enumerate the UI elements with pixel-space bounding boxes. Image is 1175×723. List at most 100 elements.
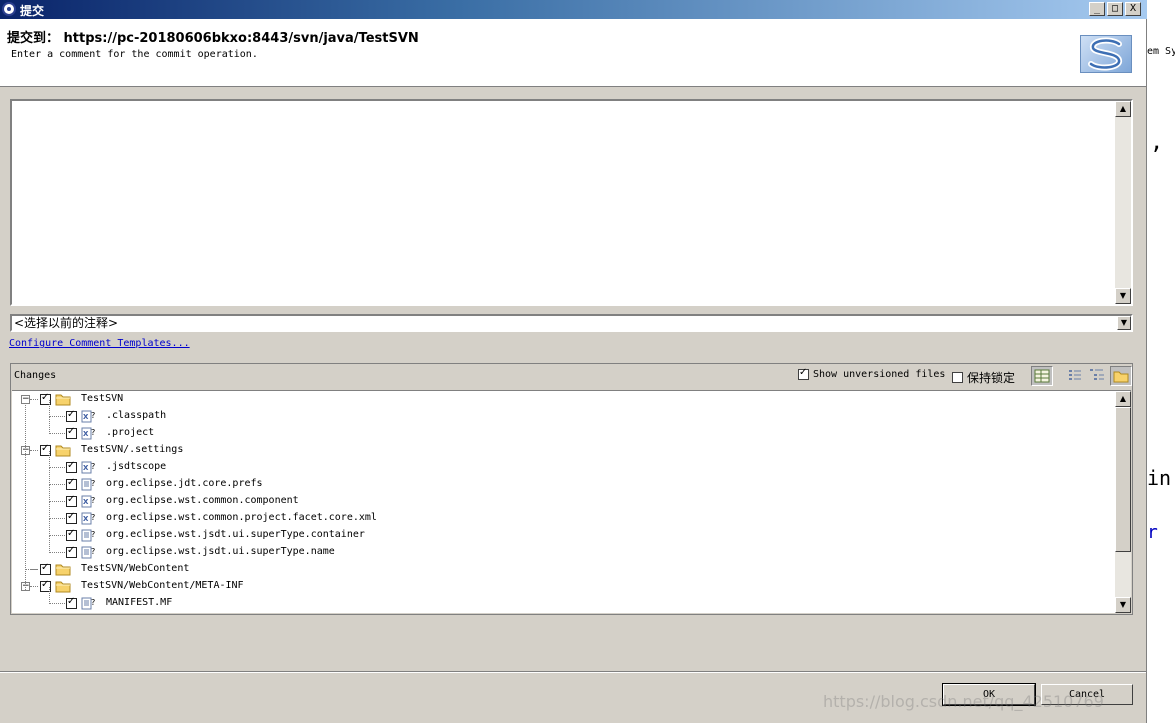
commit-dialog: 提交 _ □ X 提交到： https://pc-20180606bkxo:84…	[0, 0, 1147, 723]
item-checkbox[interactable]	[66, 494, 77, 507]
folder-view-button[interactable]	[1110, 366, 1132, 386]
background-text-fragment: em Sy	[1147, 46, 1175, 57]
keep-locks-option[interactable]: 保持锁定	[952, 369, 1015, 386]
svg-text:?: ?	[91, 479, 95, 488]
flat-view-button[interactable]	[1065, 366, 1087, 386]
chevron-down-icon[interactable]: ▼	[1117, 316, 1131, 330]
tree-connector	[49, 603, 65, 604]
svg-text:?: ?	[91, 513, 95, 522]
comment-scrollbar[interactable]: ▲ ▼	[1115, 101, 1131, 304]
tree-connector	[49, 485, 50, 502]
tree-connector	[49, 519, 50, 536]
commit-instruction: Enter a comment for the commit operation…	[11, 49, 258, 60]
scrollbar-thumb[interactable]	[1115, 407, 1131, 552]
scroll-down-icon[interactable]: ▼	[1115, 597, 1131, 613]
item-checkbox[interactable]	[66, 511, 77, 524]
tree-file-row[interactable]: X? org.eclipse.wst.common.component	[12, 485, 1115, 510]
tree-file-row[interactable]: X? .jsdtscope	[12, 451, 1115, 476]
show-unversioned-checkbox[interactable]	[798, 367, 809, 380]
item-checkbox[interactable]	[66, 596, 77, 609]
tree-file-row[interactable]: ? org.eclipse.wst.jsdt.ui.superType.conta…	[12, 519, 1115, 544]
commit-target-title: 提交到： https://pc-20180606bkxo:8443/svn/ja…	[7, 31, 419, 46]
minimize-button[interactable]: _	[1089, 2, 1105, 16]
tree-connector	[30, 586, 38, 587]
maximize-button[interactable]: □	[1107, 2, 1123, 16]
changes-label: Changes	[14, 370, 57, 381]
item-checkbox[interactable]	[66, 409, 77, 422]
window-controls: _ □ X	[1089, 2, 1141, 16]
item-checkbox[interactable]	[66, 426, 77, 439]
svg-text:?: ?	[91, 598, 95, 607]
svg-text:X: X	[83, 430, 89, 438]
tree-connector	[49, 552, 65, 553]
tree-item-label: .classpath	[106, 410, 167, 421]
tree-file-row[interactable]: X? .classpath	[12, 400, 1115, 425]
tree-folder-row[interactable]: −TestSVN/.settings	[12, 442, 1115, 459]
configure-templates-link[interactable]: Configure Comment Templates...	[9, 338, 190, 349]
eclipse-icon	[2, 2, 16, 16]
tree-connector	[30, 399, 38, 400]
tree-folder-row[interactable]: TestSVN/WebContent	[12, 561, 1115, 578]
svg-text:X: X	[83, 464, 89, 472]
close-button[interactable]: X	[1125, 2, 1141, 16]
scroll-down-icon[interactable]: ▼	[1115, 288, 1131, 304]
tree-connector	[49, 467, 65, 468]
svg-text:?: ?	[91, 428, 95, 437]
changes-tree[interactable]: ▲ ▼ −TestSVN X? .classpath X? .project −TestS…	[12, 390, 1131, 613]
svg-text:X: X	[83, 413, 89, 421]
tree-file-row[interactable]: X? .project	[12, 417, 1115, 442]
background-text-fragment: ,	[1150, 130, 1164, 155]
tree-connector	[49, 468, 50, 485]
item-checkbox[interactable]	[40, 562, 51, 575]
tree-connector	[49, 451, 50, 468]
tree-connector	[49, 536, 50, 553]
tree-scrollbar[interactable]: ▲ ▼	[1115, 391, 1131, 613]
tree-item-label: TestSVN/WebContent	[81, 563, 190, 574]
compressed-view-button[interactable]	[1031, 366, 1053, 386]
previous-comments-select[interactable]: <选择以前的注释> ▼	[10, 314, 1133, 332]
changes-toolbar: Changes Show unversioned files 保持锁定	[11, 364, 1132, 390]
tree-item-label: TestSVN/WebContent/META-INF	[81, 580, 244, 591]
tree-file-row[interactable]: X? org.eclipse.wst.common.project.facet.c…	[12, 502, 1115, 527]
tree-folder-row[interactable]: −TestSVN	[12, 391, 1115, 408]
background-text-fragment: r	[1147, 522, 1158, 543]
scroll-up-icon[interactable]: ▲	[1115, 101, 1131, 117]
tree-item-label: org.eclipse.wst.common.project.facet.cor…	[106, 512, 377, 523]
show-unversioned-label: Show unversioned files	[813, 369, 946, 380]
tree-item-label: TestSVN	[81, 393, 124, 404]
title-bar[interactable]: 提交 _ □ X	[0, 0, 1147, 19]
tree-file-row[interactable]: ? org.eclipse.wst.jsdt.ui.superType.name	[12, 536, 1115, 561]
tree-connector	[49, 502, 50, 519]
tree-connector	[49, 400, 50, 417]
keep-locks-label: 保持锁定	[967, 371, 1016, 385]
item-checkbox[interactable]	[66, 460, 77, 473]
tree-view-button[interactable]	[1087, 366, 1109, 386]
tree-folder-row[interactable]: −TestSVN/WebContent/META-INF	[12, 578, 1115, 595]
text-file-icon: ?	[81, 546, 97, 559]
tree-item-label: org.eclipse.jdt.core.prefs	[106, 478, 263, 489]
svg-text:X: X	[83, 498, 89, 506]
tree-item-label: MANIFEST.MF	[106, 597, 173, 608]
text-file-icon: ?	[81, 597, 97, 610]
watermark: https://blog.csdn.net/qq_42510769	[823, 692, 1104, 711]
dialog-header: 提交到： https://pc-20180606bkxo:8443/svn/ja…	[0, 19, 1146, 87]
item-checkbox[interactable]	[66, 528, 77, 541]
tree-connector	[49, 518, 65, 519]
svg-text:?: ?	[91, 496, 95, 505]
xml-file-icon: X?	[81, 427, 97, 440]
commit-comment-textarea[interactable]: ▲ ▼	[10, 99, 1133, 306]
tree-file-row[interactable]: ? org.eclipse.jdt.core.prefs	[12, 468, 1115, 493]
tree-connector	[49, 587, 50, 604]
background-editor: em Sy , in r	[1147, 0, 1175, 723]
table-view-icon	[1034, 369, 1050, 383]
keep-locks-checkbox[interactable]	[952, 372, 963, 383]
previous-comments-value: <选择以前的注释>	[14, 316, 119, 330]
item-checkbox[interactable]	[66, 545, 77, 558]
folder-icon	[55, 393, 71, 406]
text-file-icon: ?	[81, 478, 97, 491]
item-checkbox[interactable]	[66, 477, 77, 490]
scroll-up-icon[interactable]: ▲	[1115, 391, 1131, 407]
tree-file-row[interactable]: ? MANIFEST.MF	[12, 587, 1115, 612]
tree-connector	[49, 535, 65, 536]
show-unversioned-option[interactable]: Show unversioned files	[798, 367, 946, 380]
